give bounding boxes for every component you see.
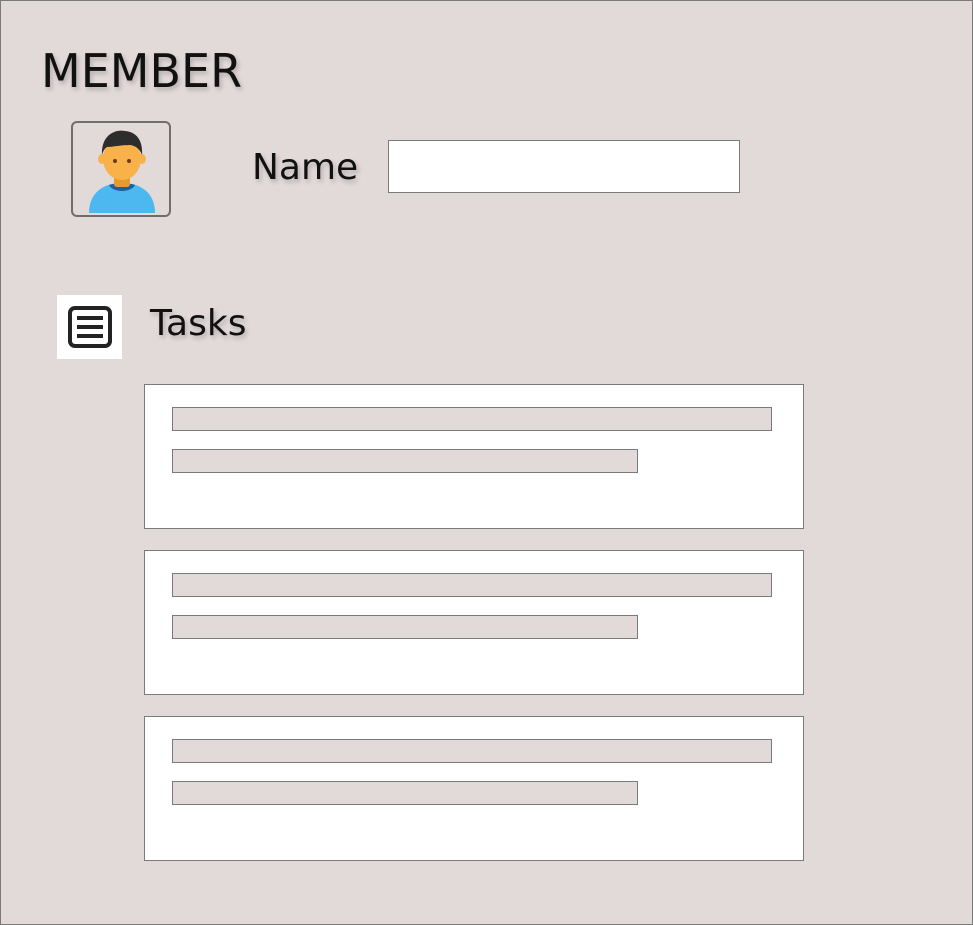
task-card[interactable] bbox=[144, 384, 804, 529]
task-title-field[interactable] bbox=[172, 739, 772, 763]
avatar[interactable] bbox=[71, 121, 171, 217]
member-panel: MEMBER Name Tasks bbox=[0, 0, 973, 925]
task-detail-field[interactable] bbox=[172, 449, 638, 473]
user-avatar-icon bbox=[89, 130, 155, 213]
task-card[interactable] bbox=[144, 550, 804, 695]
name-input[interactable] bbox=[388, 140, 740, 193]
tasks-heading: Tasks bbox=[150, 303, 247, 344]
list-icon bbox=[68, 306, 112, 348]
tasks-icon-box bbox=[57, 295, 122, 359]
task-detail-field[interactable] bbox=[172, 781, 638, 805]
task-detail-field[interactable] bbox=[172, 615, 638, 639]
name-label: Name bbox=[252, 147, 359, 188]
task-title-field[interactable] bbox=[172, 573, 772, 597]
task-card[interactable] bbox=[144, 716, 804, 861]
task-title-field[interactable] bbox=[172, 407, 772, 431]
page-title: MEMBER bbox=[41, 44, 243, 98]
